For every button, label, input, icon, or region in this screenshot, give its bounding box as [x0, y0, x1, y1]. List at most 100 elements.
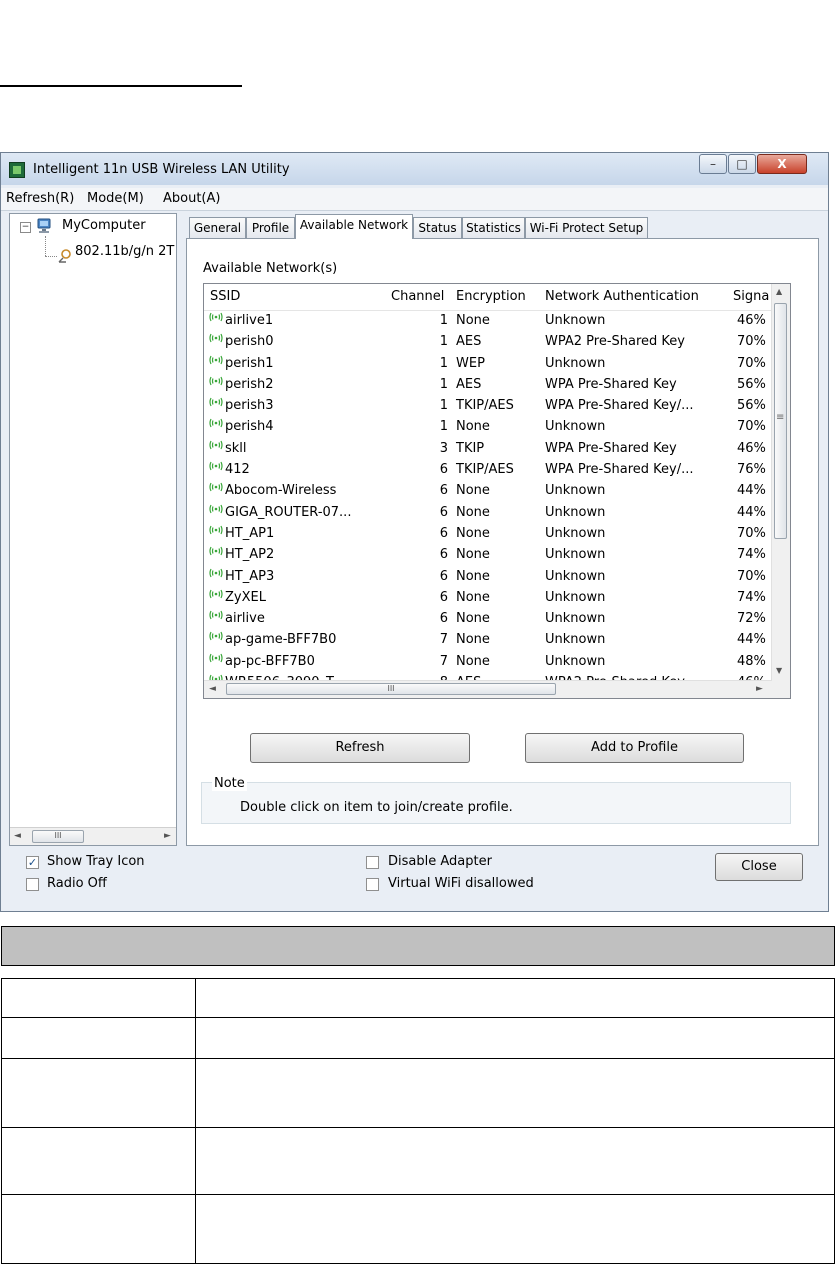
scrollbar-corner — [772, 681, 790, 698]
virtual-wifi-checkbox[interactable] — [366, 878, 379, 891]
table-row[interactable]: GIGA_ROUTER-07... 6 None Unknown 44% — [204, 503, 772, 524]
cell-ssid: HT_AP1 — [225, 525, 275, 541]
table-row[interactable]: HT_AP2 6 None Unknown 74% — [204, 545, 772, 566]
scroll-down-arrow-icon[interactable]: ▼ — [776, 666, 782, 675]
cell-signal: 46% — [737, 440, 766, 456]
column-header-encryption[interactable]: Encryption — [456, 289, 526, 304]
cell-authentication: Unknown — [545, 313, 606, 328]
close-button[interactable]: Close — [715, 853, 803, 881]
tree-item-adapter[interactable]: 802.11b/g/n 2T — [75, 244, 175, 259]
available-network-panel: Available Network(s) SSID Channel Encryp… — [186, 238, 819, 846]
table-row[interactable]: perish4 1 None Unknown 70% — [204, 417, 772, 438]
tab-general[interactable]: General — [189, 217, 246, 238]
scroll-thumb[interactable]: III — [32, 830, 84, 843]
window-title: Intelligent 11n USB Wireless LAN Utility — [33, 162, 290, 177]
panel-title: Available Network(s) — [203, 261, 338, 276]
column-header-signal[interactable]: Signa — [733, 289, 769, 304]
table-row[interactable]: HT_AP3 6 None Unknown 70% — [204, 567, 772, 588]
close-window-button[interactable]: X — [757, 154, 807, 174]
cell-authentication: Unknown — [545, 653, 606, 669]
table-cell — [195, 1058, 835, 1128]
table-row[interactable]: perish3 1 TKIP/AES WPA Pre-Shared Key/... 56… — [204, 396, 772, 417]
table-row[interactable]: perish1 1 WEP Unknown 70% — [204, 354, 772, 375]
column-header-channel[interactable]: Channel — [391, 289, 444, 304]
cell-encryption: None — [456, 632, 490, 648]
wifi-signal-icon — [209, 504, 223, 513]
scroll-left-arrow-icon[interactable]: ◄ — [14, 831, 21, 841]
cell-encryption: WEP — [456, 355, 485, 371]
cell-encryption: None — [456, 547, 490, 563]
cell-authentication: Unknown — [545, 355, 606, 371]
tree-collapse-toggle[interactable]: − — [20, 222, 31, 233]
table-row[interactable]: skll 3 TKIP WPA Pre-Shared Key 46% — [204, 439, 772, 460]
scroll-thumb[interactable]: ≡ — [774, 303, 787, 539]
add-to-profile-button[interactable]: Add to Profile — [525, 733, 744, 763]
list-vertical-scrollbar[interactable]: ▲ ≡ ▼ — [771, 284, 790, 681]
refresh-button[interactable]: Refresh — [250, 733, 470, 763]
show-tray-icon-label: Show Tray Icon — [47, 854, 145, 869]
column-header-ssid[interactable]: SSID — [210, 289, 240, 304]
cell-signal: 56% — [737, 398, 766, 414]
tree-item-mycomputer[interactable]: MyComputer — [62, 218, 146, 233]
table-row[interactable]: HT_AP1 6 None Unknown 70% — [204, 524, 772, 545]
table-row[interactable]: perish0 1 AES WPA2 Pre-Shared Key 70% — [204, 332, 772, 353]
cell-channel: 7 — [439, 653, 448, 669]
cell-channel: 6 — [439, 589, 448, 605]
table-row[interactable]: perish2 1 AES WPA Pre-Shared Key 56% — [204, 375, 772, 396]
tab-wifi-protect-setup[interactable]: Wi-Fi Protect Setup — [525, 217, 648, 238]
table-cell — [1, 1127, 196, 1195]
cell-signal: 70% — [737, 355, 766, 371]
minimize-button[interactable]: – — [699, 154, 727, 174]
table-row[interactable]: Abocom-Wireless 6 None Unknown 44% — [204, 481, 772, 502]
show-tray-icon-checkbox[interactable]: ✓ — [26, 856, 39, 869]
scroll-left-arrow-icon[interactable]: ◄ — [209, 684, 216, 694]
tab-status[interactable]: Status — [413, 217, 462, 238]
menu-refresh[interactable]: Refresh(R) — [6, 191, 74, 206]
table-row[interactable]: ZyXEL 6 None Unknown 74% — [204, 588, 772, 609]
cell-ssid: ap-pc-BFF7B0 — [225, 653, 315, 669]
column-header-authentication[interactable]: Network Authentication — [545, 289, 699, 304]
tree-horizontal-scrollbar[interactable]: ◄ III ► — [10, 827, 176, 845]
menu-about[interactable]: About(A) — [163, 191, 220, 206]
tree-connector — [45, 256, 57, 257]
scroll-up-arrow-icon[interactable]: ▲ — [776, 287, 782, 296]
table-row[interactable]: ap-pc-BFF7B0 7 None Unknown 48% — [204, 652, 772, 673]
radio-off-checkbox[interactable] — [26, 878, 39, 891]
cell-signal: 48% — [737, 653, 766, 669]
scroll-right-arrow-icon[interactable]: ► — [756, 684, 763, 694]
table-row[interactable]: airlive1 1 None Unknown 46% — [204, 311, 772, 332]
list-horizontal-scrollbar[interactable]: ◄ III ► — [204, 680, 772, 698]
maximize-button[interactable]: □ — [728, 154, 756, 174]
cell-signal: 70% — [737, 334, 766, 350]
cell-encryption: None — [456, 419, 490, 435]
cell-authentication: Unknown — [545, 632, 606, 648]
cell-signal: 72% — [737, 611, 766, 627]
cell-encryption: None — [456, 589, 490, 605]
table-cell — [195, 1017, 835, 1059]
menu-mode[interactable]: Mode(M) — [87, 191, 144, 206]
cell-authentication: Unknown — [545, 525, 606, 541]
note-text: Double click on item to join/create prof… — [240, 800, 513, 815]
cell-signal: 70% — [737, 419, 766, 435]
device-tree: − MyComputer 802.11b/g/n 2T ◄ III ► — [9, 213, 177, 846]
disable-adapter-checkbox[interactable] — [366, 856, 379, 869]
tab-statistics[interactable]: Statistics — [462, 217, 525, 238]
scroll-right-arrow-icon[interactable]: ► — [164, 831, 171, 841]
network-rows: airlive1 1 None Unknown 46% perish0 1 AES WPA2 P… — [204, 311, 772, 694]
tab-profile[interactable]: Profile — [246, 217, 295, 238]
table-row[interactable]: airlive 6 None Unknown 72% — [204, 609, 772, 630]
wifi-signal-icon — [209, 355, 223, 364]
wifi-signal-icon — [209, 376, 223, 386]
title-bar[interactable]: Intelligent 11n USB Wireless LAN Utility… — [1, 153, 828, 185]
table-row[interactable]: 412 6 TKIP/AES WPA Pre-Shared Key/... 76% — [204, 460, 772, 481]
scroll-thumb[interactable]: III — [226, 683, 556, 695]
network-list[interactable]: SSID Channel Encryption Network Authenti… — [203, 283, 791, 699]
tab-available-network[interactable]: Available Network — [295, 214, 413, 239]
cell-ssid: airlive1 — [225, 313, 274, 328]
cell-signal: 70% — [737, 568, 766, 584]
cell-channel: 6 — [439, 462, 448, 478]
cell-signal: 44% — [737, 483, 766, 499]
table-row[interactable]: ap-game-BFF7B0 7 None Unknown 44% — [204, 630, 772, 651]
wifi-signal-icon — [209, 589, 223, 599]
heading-underline — [0, 85, 242, 87]
